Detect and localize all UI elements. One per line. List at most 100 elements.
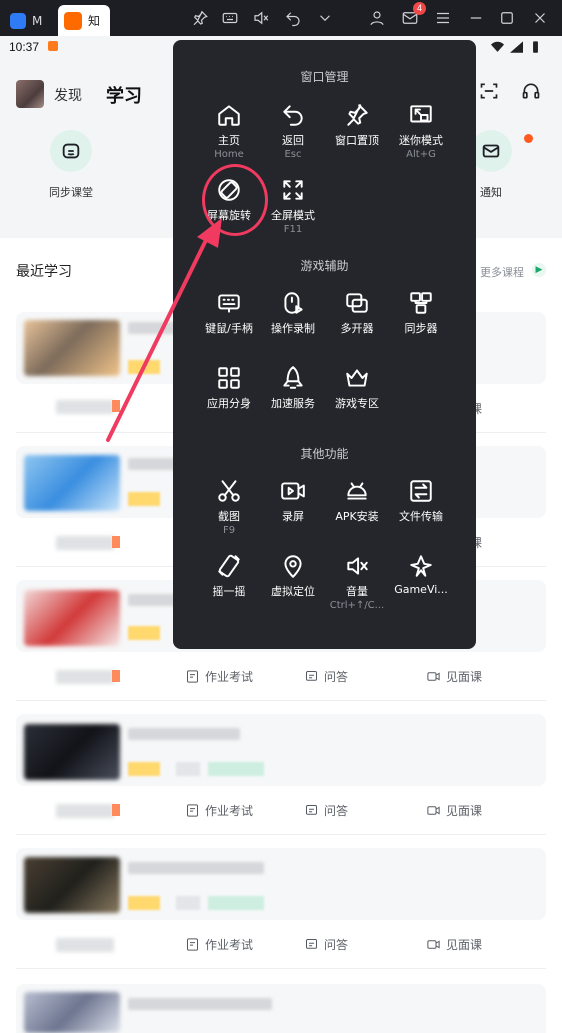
boost-icon xyxy=(280,365,306,391)
course-thumbnail[interactable] xyxy=(24,320,120,376)
menu-item-keyboard-gamepad[interactable]: 键鼠/手柄 xyxy=(197,290,261,336)
homework-label: 作业考试 xyxy=(205,804,254,818)
tab-label: M xyxy=(32,13,43,28)
keyboard-icon[interactable] xyxy=(220,8,240,28)
close-icon[interactable] xyxy=(530,8,550,28)
course-tag xyxy=(208,762,264,776)
chevron-right-icon[interactable]: ▶ xyxy=(532,263,546,277)
menu-item-gamevi[interactable]: GameVi... xyxy=(389,553,453,596)
homework-exam-button[interactable]: 作业考试 xyxy=(185,668,253,685)
meet-course-button[interactable]: 见面课 xyxy=(426,936,482,953)
menu-item-label: APK安装 xyxy=(335,510,379,523)
volume-mute-icon[interactable] xyxy=(251,8,271,28)
menu-item-app-clone[interactable]: 应用分身 xyxy=(197,365,261,411)
more-courses-link[interactable]: 更多课程 xyxy=(480,264,524,280)
mini-mode-icon xyxy=(408,102,434,128)
homework-icon xyxy=(187,670,198,683)
menu-item-label: 摇一摇 xyxy=(212,585,246,598)
mail-icon xyxy=(470,130,512,172)
quick-item-sync-class[interactable]: 同步课堂 xyxy=(29,130,113,200)
homework-exam-button[interactable]: 作业考试 xyxy=(185,936,253,953)
menu-item-label: 操作录制 xyxy=(271,322,315,335)
menu-item-record-macro[interactable]: 操作录制 xyxy=(261,290,325,336)
menu-item-virtual-location[interactable]: 虚拟定位 xyxy=(261,553,325,599)
menu-item-fullscreen[interactable]: 全屏模式 F11 xyxy=(261,177,325,235)
minimize-icon[interactable] xyxy=(466,8,486,28)
video-icon xyxy=(427,940,440,949)
maximize-icon[interactable] xyxy=(497,8,517,28)
course-actions: 作业考试 问答 见面课 xyxy=(0,802,562,822)
quick-item-label: 同步课堂 xyxy=(49,186,93,199)
menu-item-apk-install[interactable]: APK安装 xyxy=(325,478,389,524)
menu-item-label: 游戏专区 xyxy=(335,397,379,410)
app-logo-icon xyxy=(10,12,26,29)
menu-item-home[interactable]: 主页 Home xyxy=(197,102,261,160)
course-thumbnail[interactable] xyxy=(24,724,120,780)
course-tag xyxy=(128,896,160,910)
menu-item-sync[interactable]: 同步器 xyxy=(389,290,453,336)
course-tag xyxy=(176,896,200,910)
recent-learning-title: 最近学习 xyxy=(16,264,72,280)
menu-item-back[interactable]: 返回 Esc xyxy=(261,102,325,160)
homework-icon xyxy=(187,938,198,951)
highlight-circle xyxy=(202,164,268,236)
menu-item-volume[interactable]: 音量 Ctrl+↑/C... xyxy=(325,553,389,611)
qa-button[interactable]: 问答 xyxy=(304,802,348,819)
section-window-management: 窗口管理 xyxy=(300,70,349,84)
meet-course-button[interactable]: 见面课 xyxy=(426,668,482,685)
headset-icon[interactable] xyxy=(521,81,543,103)
fullscreen-icon xyxy=(280,177,306,203)
divider xyxy=(16,700,546,701)
menu-item-label: 键鼠/手柄 xyxy=(205,322,253,335)
video-icon xyxy=(427,806,440,815)
menu-icon[interactable] xyxy=(433,8,453,28)
homework-exam-button[interactable]: 作业考试 xyxy=(185,802,253,819)
qa-icon xyxy=(306,671,317,681)
back-icon[interactable] xyxy=(283,8,303,28)
menu-item-file-transfer[interactable]: 文件传输 xyxy=(389,478,453,524)
home-icon xyxy=(216,102,242,128)
menu-item-game-zone[interactable]: 游戏专区 xyxy=(325,365,389,411)
avatar[interactable] xyxy=(16,80,44,108)
keyboard-gamepad-icon xyxy=(216,290,242,316)
menu-item-boost[interactable]: 加速服务 xyxy=(261,365,325,411)
homework-icon xyxy=(187,804,198,817)
menu-item-screenshot[interactable]: 截图 F9 xyxy=(197,478,261,536)
study-tab[interactable]: 学习 xyxy=(106,82,142,108)
shake-icon xyxy=(216,553,242,579)
emulator-dropdown-menu: 窗口管理 主页 Home 返回 Esc 窗口置顶 迷你模式 Alt+G 屏幕旋转… xyxy=(173,40,476,649)
menu-item-pin-window[interactable]: 窗口置顶 xyxy=(325,102,389,149)
menu-item-shake[interactable]: 摇一摇 xyxy=(197,553,261,599)
course-thumbnail[interactable] xyxy=(24,455,120,511)
qa-label: 问答 xyxy=(324,670,349,684)
meet-course-button[interactable]: 见面课 xyxy=(426,802,482,819)
qa-button[interactable]: 问答 xyxy=(304,936,348,953)
qa-button[interactable]: 问答 xyxy=(304,668,348,685)
homework-label: 作业考试 xyxy=(205,938,254,952)
course-tag xyxy=(128,492,160,506)
signal-icon xyxy=(510,41,523,53)
chevron-down-icon[interactable] xyxy=(315,8,335,28)
menu-item-multi-instance[interactable]: 多开器 xyxy=(325,290,389,336)
menu-item-mini-mode[interactable]: 迷你模式 Alt+G xyxy=(389,102,453,160)
course-title-blurred xyxy=(128,728,240,740)
tab-m[interactable]: M xyxy=(10,5,54,36)
wifi-icon xyxy=(491,41,504,52)
sync-icon xyxy=(408,290,434,316)
menu-item-shortcut: F11 xyxy=(283,224,303,235)
menu-item-shortcut: Alt+G xyxy=(406,149,436,160)
tab-zhi[interactable]: 知 xyxy=(58,5,110,36)
course-thumbnail[interactable] xyxy=(24,857,120,913)
pin-icon[interactable] xyxy=(190,8,210,28)
course-thumbnail[interactable] xyxy=(24,590,120,646)
mail-icon[interactable]: 4 xyxy=(400,2,426,28)
menu-item-screen-record[interactable]: 录屏 xyxy=(261,478,325,524)
divider xyxy=(16,968,546,969)
user-icon[interactable] xyxy=(367,8,387,28)
menu-item-label: 虚拟定位 xyxy=(271,585,315,598)
course-tag xyxy=(128,762,160,776)
discover-tab[interactable]: 发现 xyxy=(54,85,82,105)
screen-record-icon xyxy=(280,478,306,504)
course-thumbnail[interactable] xyxy=(24,992,120,1033)
scan-icon[interactable] xyxy=(479,81,501,103)
